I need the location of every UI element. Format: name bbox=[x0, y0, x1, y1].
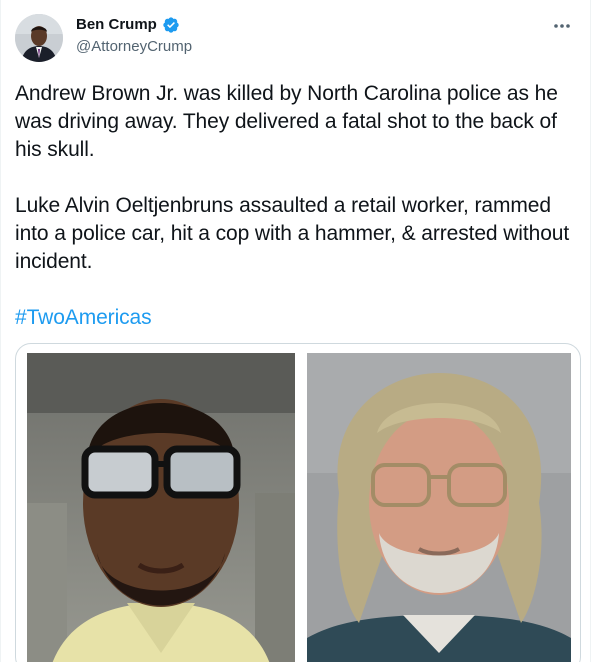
media-photo-1[interactable] bbox=[27, 353, 295, 662]
author-names: Ben Crump @AttorneyCrump bbox=[76, 15, 192, 57]
portrait-photo-icon bbox=[27, 353, 295, 662]
tweet-card: Ben Crump @AttorneyCrump Andrew Brown Jr… bbox=[0, 0, 591, 662]
more-options-icon bbox=[554, 24, 570, 28]
tweet-body: Andrew Brown Jr. was killed by North Car… bbox=[15, 80, 581, 360]
author-avatar[interactable] bbox=[15, 14, 63, 62]
more-options-button[interactable] bbox=[548, 14, 576, 38]
author-display-name[interactable]: Ben Crump bbox=[76, 15, 157, 35]
mugshot-photo-icon bbox=[307, 353, 571, 662]
author-handle[interactable]: @AttorneyCrump bbox=[76, 37, 192, 57]
tweet-paragraph-2: Luke Alvin Oeltjenbruns assaulted a reta… bbox=[15, 194, 575, 273]
tweet-paragraph-1: Andrew Brown Jr. was killed by North Car… bbox=[15, 82, 564, 161]
hashtag-link[interactable]: #TwoAmericas bbox=[15, 306, 152, 329]
tweet-media-grid[interactable] bbox=[15, 343, 581, 662]
verified-badge-icon bbox=[163, 17, 179, 33]
profile-avatar-icon bbox=[15, 14, 63, 62]
author-display-name-row[interactable]: Ben Crump bbox=[76, 15, 180, 35]
tweet-hashtag-line: #TwoAmericas bbox=[15, 304, 581, 332]
media-photo-2[interactable] bbox=[307, 353, 571, 662]
tweet-header: Ben Crump @AttorneyCrump bbox=[15, 14, 576, 66]
